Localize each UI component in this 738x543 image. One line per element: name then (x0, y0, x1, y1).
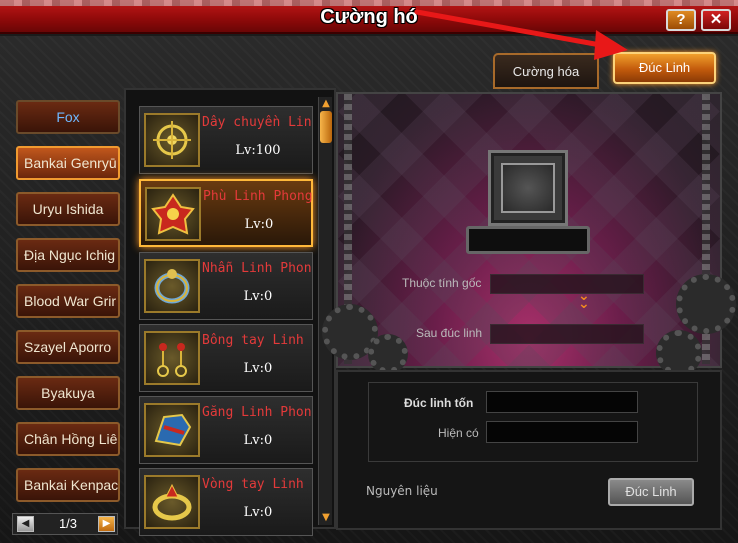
equipment-name: Vòng tay Linh (202, 477, 304, 492)
forge-cost-panel: Đúc linh tốn Hiện có Nguyên liệu Đúc Lin… (336, 370, 722, 530)
glove-icon (144, 403, 200, 457)
equipment-name: Găng Linh Phon (202, 405, 312, 420)
equipment-name: Nhẫn Linh Phon (202, 261, 312, 276)
earring-icon (144, 331, 200, 385)
equipment-list: Dây chuyền Lin Lv:100 Phù Linh Phong Lv:… (124, 88, 336, 536)
forge-item-name-bar (466, 226, 590, 254)
cost-field (486, 391, 638, 413)
gear-icon (368, 334, 408, 374)
bracelet-icon (144, 475, 200, 529)
character-item-bankai-kenpachi[interactable]: Bankai Kenpac (16, 468, 120, 502)
gear-icon (676, 274, 736, 334)
have-label: Hiện có (438, 426, 479, 440)
equipment-item-earring[interactable]: Bông tay Linh Lv:0 (139, 324, 313, 392)
forge-item-slot[interactable] (488, 150, 568, 226)
prev-page-button[interactable]: ◀ (17, 516, 34, 532)
material-label: Nguyên liệu (366, 484, 438, 498)
equipment-name: Dây chuyền Lin (202, 115, 312, 130)
forge-display: Thuộc tính gốc ⌄ ⌄ Sau đúc linh (322, 92, 736, 376)
empty-slot-icon (501, 163, 555, 213)
have-field (486, 421, 638, 443)
equipment-level: Lv:0 (243, 361, 273, 376)
character-item-szayel-aporro[interactable]: Szayel Aporro (16, 330, 120, 364)
character-item-bankai-genryu[interactable]: Bankai Genryū (16, 146, 120, 180)
character-item-uryu-ishida[interactable]: Uryu Ishida (16, 192, 120, 226)
scrollbar-thumb[interactable] (320, 111, 332, 143)
attr-origin-label: Thuộc tính gốc (402, 276, 482, 290)
after-forge-field (490, 324, 644, 344)
character-item-byakuya[interactable]: Byakuya (16, 376, 120, 410)
duc-linh-button[interactable]: Đúc Linh (608, 478, 694, 506)
equipment-item-ring[interactable]: Nhẫn Linh Phon Lv:0 (139, 252, 313, 320)
equipment-level: Lv:0 (243, 289, 273, 304)
scroll-down-icon[interactable]: ▼ (319, 511, 333, 525)
character-item-chan-hong-lien[interactable]: Chân Hồng Liê (16, 422, 120, 456)
equipment-level: Lv:0 (244, 217, 274, 232)
character-item-blood-war-grimmjow[interactable]: Blood War Grir (16, 284, 120, 318)
cost-label: Đúc linh tốn (404, 396, 474, 410)
equipment-item-necklace[interactable]: Dây chuyền Lin Lv:100 (139, 106, 313, 174)
ring-icon (144, 259, 200, 313)
equipment-level: Lv:100 (235, 143, 281, 158)
equipment-level: Lv:0 (243, 505, 273, 520)
equipment-item-talisman[interactable]: Phù Linh Phong Lv:0 (139, 179, 313, 247)
page-indicator: 1/3 (58, 516, 78, 531)
character-pager: ◀ 1/3 ▶ (12, 513, 118, 535)
after-forge-label: Sau đúc linh (416, 326, 483, 340)
equipment-name: Bông tay Linh (202, 333, 304, 348)
talisman-icon (145, 187, 201, 241)
attr-origin-field (490, 274, 644, 294)
next-page-button[interactable]: ▶ (98, 516, 115, 532)
equipment-level: Lv:0 (243, 433, 273, 448)
necklace-icon (144, 113, 200, 167)
equipment-item-bracelet[interactable]: Vòng tay Linh Lv:0 (139, 468, 313, 536)
character-item-dia-nguc-ichigo[interactable]: Địa Ngục Ichig (16, 238, 120, 272)
character-item-fox[interactable]: Fox (16, 100, 120, 134)
scroll-up-icon[interactable]: ▲ (319, 97, 333, 111)
equipment-item-glove[interactable]: Găng Linh Phon Lv:0 (139, 396, 313, 464)
equipment-name: Phù Linh Phong (203, 189, 313, 204)
down-arrow-icon: ⌄ ⌄ (578, 288, 590, 312)
